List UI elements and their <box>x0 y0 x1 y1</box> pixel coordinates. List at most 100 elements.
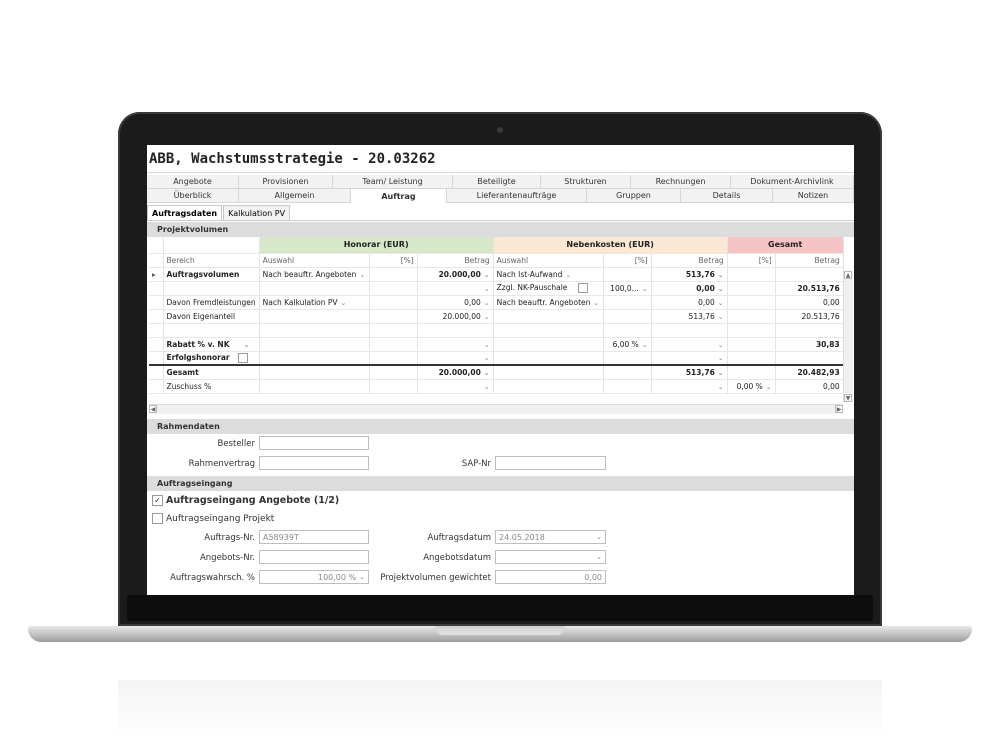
subtab-auftragsdaten[interactable]: Auftragsdaten <box>147 205 223 220</box>
table-row[interactable]: Davon Eigenanteil 20.000,00 ⌄ 513,76 ⌄ 20.… <box>149 309 844 324</box>
auftragseingang-projekt-checkbox[interactable]: Auftragseingang Projekt <box>152 513 274 524</box>
chevron-down-icon[interactable]: ⌄ <box>718 285 724 293</box>
chevron-down-icon[interactable]: ⌄ <box>484 354 490 362</box>
table-row[interactable]: Zuschuss % ⌄ ⌄ 0,00 % ⌄ 0,00 <box>149 379 844 394</box>
chevron-down-icon[interactable]: ⌄ <box>718 354 724 362</box>
tab-strukturen[interactable]: Strukturen <box>541 175 631 189</box>
checkbox[interactable] <box>152 513 163 524</box>
chevron-down-icon[interactable]: ⌄ <box>718 313 724 321</box>
tab-allgemein[interactable]: Allgemein <box>239 189 351 203</box>
cell-honorar-prozent[interactable] <box>369 323 418 338</box>
cell-nk-auswahl[interactable]: Nach beauftr. Angeboten ⌄ <box>493 295 604 310</box>
cell-nk-prozent[interactable]: 6,00 % ⌄ <box>603 337 652 352</box>
tab-team-leistung[interactable]: Team/ Leistung <box>333 175 453 189</box>
chevron-down-icon[interactable]: ⌄ <box>565 271 571 279</box>
chevron-down-icon[interactable]: ⌄ <box>484 313 490 321</box>
cell-nk-betrag[interactable]: ⌄ <box>651 337 728 352</box>
chevron-down-icon[interactable]: ⌄ <box>244 341 250 349</box>
chevron-down-icon[interactable]: ⌄ <box>484 369 490 377</box>
cell-gesamt-prozent[interactable] <box>727 309 776 324</box>
scroll-right-icon[interactable]: ▶ <box>835 405 843 413</box>
checkbox[interactable] <box>577 283 588 293</box>
scroll-down-icon[interactable]: ▼ <box>844 394 852 402</box>
table-row-total[interactable]: Gesamt 20.000,00 ⌄ 513,76 ⌄ 20.482,93 <box>149 364 844 380</box>
cell-nk-auswahl[interactable] <box>493 323 604 338</box>
chevron-down-icon[interactable]: ⌄ <box>596 533 602 541</box>
table-row[interactable]: ▸ Auftragsvolumen Nach beauftr. Angebote… <box>149 267 844 282</box>
cell-honorar-betrag[interactable]: 20.000,00 ⌄ <box>417 267 494 282</box>
cell-nk-betrag[interactable]: 513,76 ⌄ <box>651 267 728 282</box>
cell-honorar-prozent[interactable] <box>369 351 418 366</box>
chevron-down-icon[interactable]: ⌄ <box>596 553 602 561</box>
cell-nk-prozent[interactable] <box>603 351 652 366</box>
cell-honorar-betrag[interactable]: ⌄ <box>417 379 494 394</box>
chevron-down-icon[interactable]: ⌄ <box>766 383 772 391</box>
cell-honorar-auswahl[interactable]: Nach beauftr. Angeboten ⌄ <box>259 267 370 282</box>
cell-honorar-auswahl[interactable] <box>259 337 370 352</box>
col-nk-prozent[interactable]: [%] <box>603 253 652 268</box>
cell-honorar-auswahl[interactable] <box>259 281 370 296</box>
vertical-scrollbar[interactable]: ▲ ▼ <box>843 271 853 402</box>
tab-dokument-archivlink[interactable]: Dokument-Archivlink <box>731 175 854 189</box>
rahmenvertrag-field[interactable] <box>259 456 369 470</box>
tab-rechnungen[interactable]: Rechnungen <box>631 175 731 189</box>
tab-angebote[interactable]: Angebote <box>147 175 239 189</box>
cell-nk-betrag[interactable]: 513,76 ⌄ <box>651 309 728 324</box>
table-row[interactable]: ⌄ Zzgl. NK-Pauschale 100,0... ⌄ 0,00 ⌄ 20.… <box>149 281 844 296</box>
angebotsdatum-field[interactable]: ⌄ <box>495 550 606 564</box>
horizontal-scrollbar[interactable]: ◀ ▶ <box>149 404 843 414</box>
col-nk-auswahl[interactable]: Auswahl <box>493 253 604 268</box>
cell-nk-prozent[interactable] <box>603 267 652 282</box>
cell-nk-betrag[interactable]: ⌄ <box>651 351 728 366</box>
cell-honorar-betrag[interactable]: ⌄ <box>417 351 494 366</box>
chevron-down-icon[interactable]: ⌄ <box>718 299 724 307</box>
table-row[interactable]: Erfolgshonorar ⌄ ⌄ <box>149 351 844 366</box>
cell-nk-auswahl[interactable] <box>493 379 604 394</box>
cell-nk-prozent[interactable]: 100,0... ⌄ <box>603 281 652 296</box>
subtab-kalkulation-pv[interactable]: Kalkulation PV <box>223 205 291 220</box>
angebotsnr-field[interactable] <box>259 550 369 564</box>
col-honorar-auswahl[interactable]: Auswahl <box>259 253 370 268</box>
cell-gesamt-prozent[interactable] <box>727 323 776 338</box>
tab-lieferantenauftraege[interactable]: Lieferantenaufträge <box>447 189 587 203</box>
check-icon[interactable]: ✓ <box>152 495 163 506</box>
cell-honorar-auswahl[interactable]: Nach Kalkulation PV ⌄ <box>259 295 370 310</box>
chevron-down-icon[interactable]: ⌄ <box>359 271 365 279</box>
col-nk-betrag[interactable]: Betrag <box>651 253 728 268</box>
col-gesamt-prozent[interactable]: [%] <box>727 253 776 268</box>
auftragseingang-angebote-checkbox[interactable]: ✓ Auftragseingang Angebote (1/2) <box>152 495 339 506</box>
cell-gesamt-prozent[interactable] <box>727 267 776 282</box>
col-honorar-prozent[interactable]: [%] <box>369 253 418 268</box>
auftragsnr-field[interactable]: A58939T <box>259 530 369 544</box>
chevron-down-icon[interactable]: ⌄ <box>484 271 490 279</box>
cell-bereich[interactable]: Rabatt % v. NK ⌄ <box>163 337 260 352</box>
cell-gesamt-prozent[interactable] <box>727 337 776 352</box>
cell-honorar-betrag[interactable]: 0,00 ⌄ <box>417 295 494 310</box>
chevron-down-icon[interactable]: ⌄ <box>359 573 365 581</box>
checkbox[interactable] <box>238 352 249 363</box>
cell-nk-prozent[interactable] <box>603 379 652 394</box>
besteller-field[interactable] <box>259 436 369 450</box>
cell-honorar-prozent[interactable] <box>369 337 418 352</box>
cell-honorar-prozent[interactable] <box>369 267 418 282</box>
tab-details[interactable]: Details <box>681 189 773 203</box>
cell-honorar-prozent[interactable] <box>369 281 418 296</box>
scroll-left-icon[interactable]: ◀ <box>149 405 157 413</box>
cell-honorar-prozent[interactable] <box>369 309 418 324</box>
cell-nk-betrag[interactable]: 0,00 ⌄ <box>651 295 728 310</box>
tab-auftrag[interactable]: Auftrag <box>351 189 447 203</box>
cell-gesamt-prozent[interactable] <box>727 351 776 366</box>
col-gesamt-betrag[interactable]: Betrag <box>775 253 844 268</box>
cell-nk-auswahl[interactable]: Nach Ist-Aufwand ⌄ <box>493 267 604 282</box>
cell-honorar-betrag[interactable]: 20.000,00 ⌄ <box>417 364 494 380</box>
chevron-down-icon[interactable]: ⌄ <box>718 383 724 391</box>
cell-honorar-prozent[interactable] <box>369 379 418 394</box>
cell-honorar-auswahl[interactable] <box>259 379 370 394</box>
cell-honorar-prozent[interactable] <box>369 295 418 310</box>
table-row[interactable]: Rabatt % v. NK ⌄ ⌄ 6,00 % ⌄ ⌄ 30,83 <box>149 337 844 352</box>
cell-honorar-betrag[interactable] <box>417 323 494 338</box>
cell-honorar-auswahl[interactable] <box>259 323 370 338</box>
cell-nk-betrag[interactable]: ⌄ <box>651 379 728 394</box>
cell-gesamt-prozent[interactable] <box>727 281 776 296</box>
cell-honorar-betrag[interactable]: 20.000,00 ⌄ <box>417 309 494 324</box>
